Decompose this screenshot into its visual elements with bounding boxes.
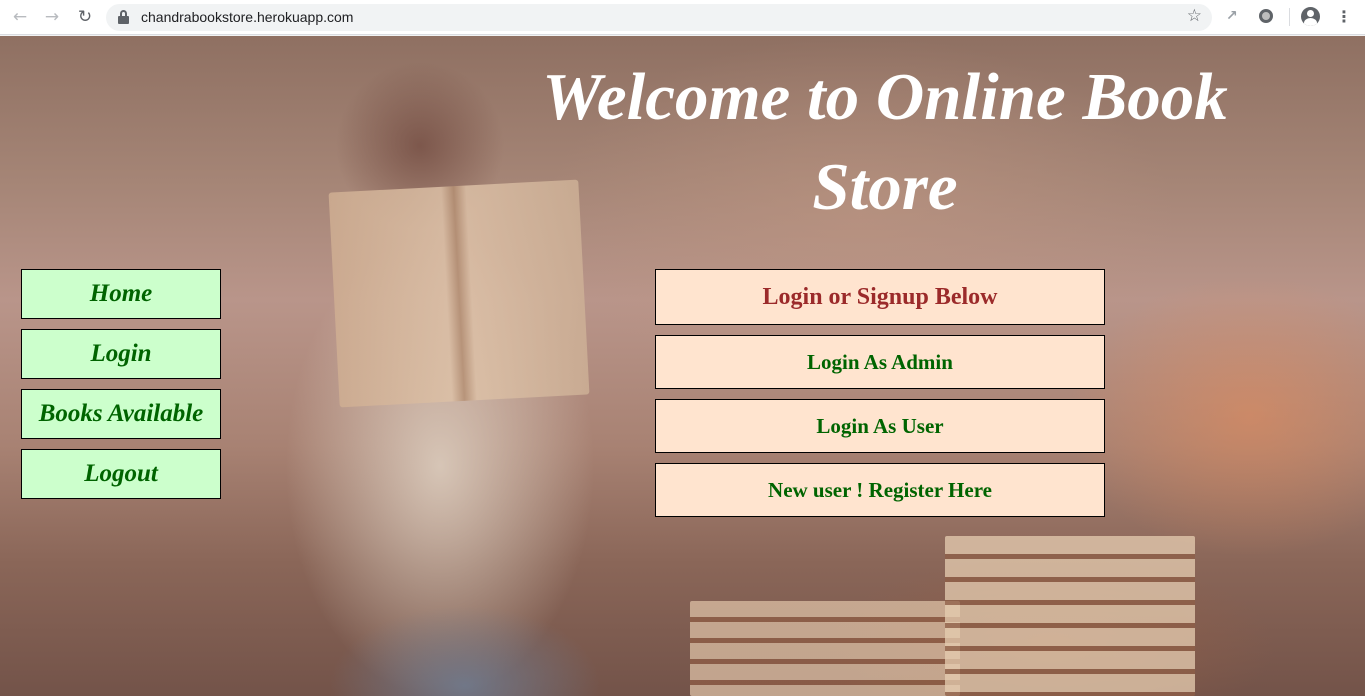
extension-circle-icon[interactable] (1259, 9, 1273, 23)
login-admin-button[interactable]: Login As Admin (655, 335, 1105, 389)
kebab-menu-icon[interactable]: ⋮ (1336, 6, 1352, 28)
browser-toolbar: ← → ↻ chandrabookstore.herokuapp.com ☆ ↗… (0, 0, 1365, 35)
page-title: Welcome to Online Book Store (542, 60, 1228, 224)
nav-logout-button[interactable]: Logout (21, 449, 221, 499)
register-button[interactable]: New user ! Register Here (655, 463, 1105, 517)
background-photo-jeans (330, 586, 600, 696)
lock-icon[interactable] (118, 10, 129, 24)
login-user-button[interactable]: Login As User (655, 399, 1105, 453)
page-background: Welcome to Online Book Store Home Login … (0, 36, 1365, 696)
background-photo-book-stack-right (945, 536, 1195, 696)
profile-avatar-icon[interactable] (1301, 7, 1320, 26)
nav-books-available-button[interactable]: Books Available (21, 389, 221, 439)
login-panel-heading: Login or Signup Below (655, 269, 1105, 325)
nav-login-button[interactable]: Login (21, 329, 221, 379)
reload-icon[interactable]: ↻ (74, 6, 96, 28)
address-bar[interactable]: chandrabookstore.herokuapp.com ☆ (106, 4, 1212, 31)
url-text[interactable]: chandrabookstore.herokuapp.com (141, 9, 353, 25)
forward-arrow-icon[interactable]: → (41, 6, 63, 28)
toolbar-divider (1289, 8, 1290, 26)
sidebar-nav: Home Login Books Available Logout (21, 269, 221, 509)
star-icon[interactable]: ☆ (1187, 6, 1202, 26)
login-panel: Login or Signup Below Login As Admin Log… (655, 269, 1105, 527)
extension-icon[interactable]: ↗ (1226, 8, 1238, 24)
background-photo-book-stack-left (690, 601, 960, 696)
nav-home-button[interactable]: Home (21, 269, 221, 319)
back-arrow-icon[interactable]: ← (9, 6, 31, 28)
